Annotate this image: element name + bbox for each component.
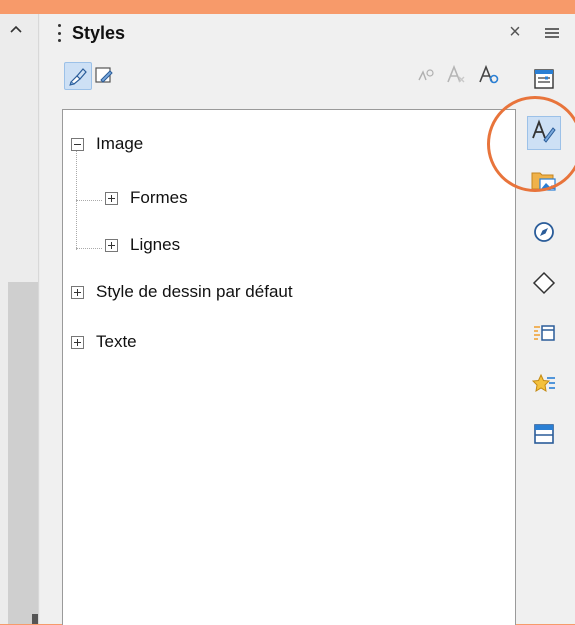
drag-grip-icon[interactable]	[58, 24, 62, 42]
tab-animation[interactable]	[527, 318, 561, 352]
animation-icon	[532, 321, 556, 350]
styles-icon	[531, 118, 557, 149]
close-deck-button[interactable]: ×	[506, 21, 524, 43]
gallery-icon	[531, 169, 557, 198]
expand-icon[interactable]	[105, 238, 118, 252]
tab-properties[interactable]	[527, 64, 561, 98]
styles-tree-panel[interactable]: Image Formes Lignes Style de dessin par …	[62, 109, 516, 625]
sidebar-menu-icon[interactable]	[543, 24, 561, 42]
expand-icon[interactable]	[71, 285, 84, 299]
update-style-icon[interactable]	[91, 62, 117, 88]
tab-navigator[interactable]	[527, 217, 561, 251]
expand-icon[interactable]	[105, 191, 118, 205]
deck-title: Styles	[72, 22, 126, 43]
tab-gallery[interactable]	[527, 166, 561, 200]
collapse-icon[interactable]	[71, 137, 84, 151]
styles-actions-icon[interactable]	[476, 62, 502, 88]
scroll-up-arrow-icon[interactable]	[9, 22, 23, 36]
divider	[38, 14, 39, 624]
tree-item-label: Formes	[130, 188, 188, 207]
deck-header: Styles	[58, 22, 125, 44]
tab-shapes[interactable]	[527, 268, 561, 302]
tree-item-image[interactable]: Image	[71, 134, 143, 154]
navigator-icon	[532, 220, 556, 249]
properties-icon	[532, 67, 556, 96]
tree-item-label: Style de dessin par défaut	[96, 282, 293, 301]
expand-icon[interactable]	[71, 335, 84, 349]
clear-style-icon[interactable]	[443, 62, 469, 88]
shapes-icon	[532, 271, 556, 300]
tab-slide-layout[interactable]	[527, 419, 561, 453]
tree-item-label: Image	[96, 134, 144, 153]
tree-item-label: Texte	[96, 332, 137, 351]
new-style-from-selection-icon[interactable]	[412, 62, 438, 88]
fill-format-mode-icon[interactable]	[64, 62, 92, 90]
tree-item-texte[interactable]: Texte	[71, 332, 137, 352]
scrollbar-track[interactable]	[8, 282, 38, 624]
slide-layout-icon	[532, 422, 556, 451]
sidebar-window: Styles × Image Formes Lignes Style de de…	[0, 14, 575, 625]
tab-styles[interactable]	[527, 116, 561, 150]
tree-item-label: Lignes	[130, 235, 181, 254]
tree-item-default-drawing-style[interactable]: Style de dessin par défaut	[71, 282, 293, 302]
tree-item-lignes[interactable]: Lignes	[105, 235, 180, 255]
master-slides-icon	[531, 372, 556, 401]
tree-item-formes[interactable]: Formes	[105, 188, 188, 208]
left-scroll-strip	[0, 14, 40, 624]
tab-master-slides[interactable]	[527, 369, 561, 403]
